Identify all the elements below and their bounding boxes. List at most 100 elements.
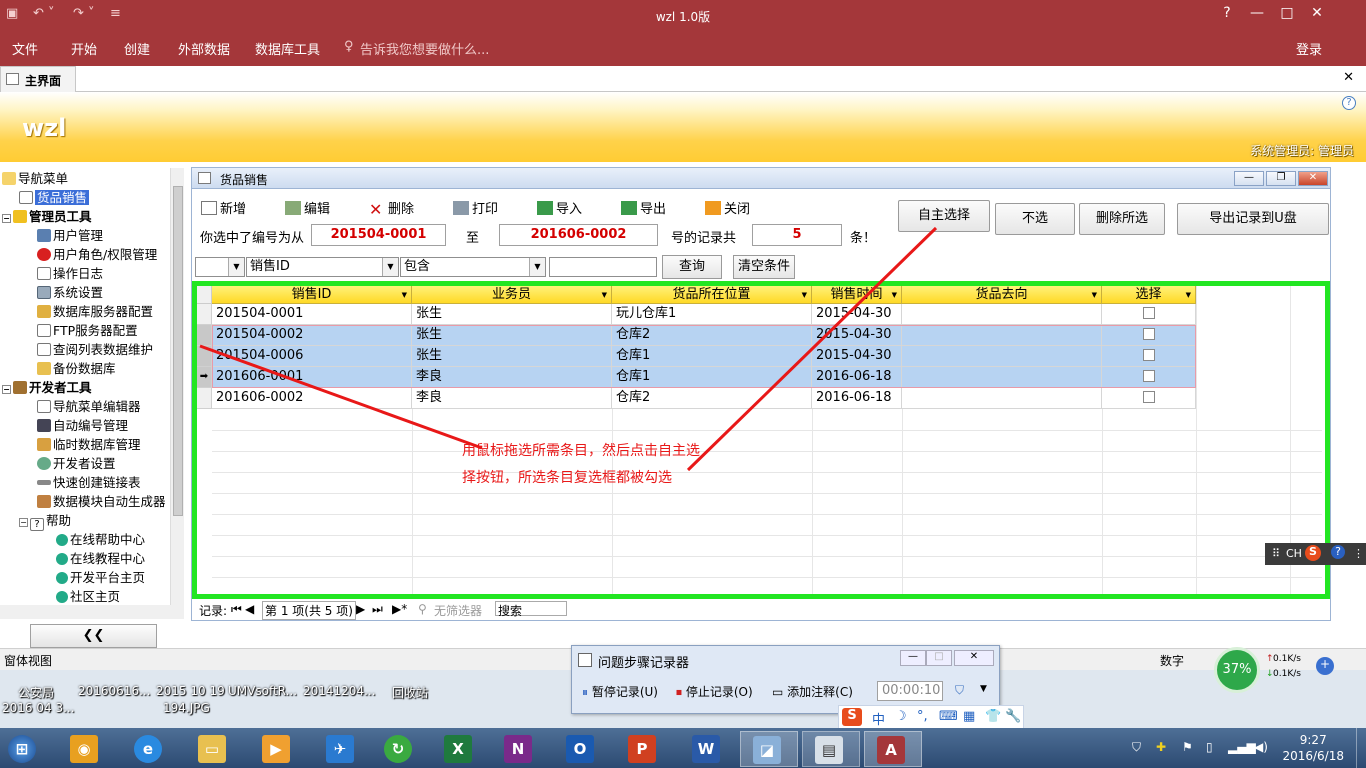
punctuation-icon[interactable]: °, bbox=[917, 709, 928, 724]
start-button[interactable]: ⊞ bbox=[0, 731, 52, 767]
row-checkbox[interactable] bbox=[1143, 307, 1155, 319]
nav-item-lookup[interactable]: 查阅列表数据维护 bbox=[37, 340, 153, 359]
query-button[interactable]: 查询 bbox=[662, 255, 722, 279]
cell-sale-id[interactable]: 201504-0002 bbox=[212, 325, 412, 346]
security-icon[interactable]: ⛉ bbox=[1132, 740, 1141, 755]
col-header-destination[interactable]: 货品去向 ▼ bbox=[902, 286, 1102, 304]
next-record-icon[interactable]: ▶ bbox=[356, 602, 365, 616]
menu-database-tools[interactable]: 数据库工具 bbox=[255, 39, 320, 58]
col-header-date[interactable]: 销售时间 ▼ bbox=[812, 286, 902, 304]
row-checkbox[interactable] bbox=[1143, 370, 1155, 382]
filter-value-input[interactable] bbox=[549, 257, 657, 277]
nav-item-platform[interactable]: 开发平台主页 bbox=[56, 568, 145, 587]
sort-arrow-icon[interactable]: ▼ bbox=[802, 286, 807, 304]
edit-button[interactable]: 编辑 bbox=[285, 198, 330, 217]
stop-record-button[interactable]: ⏹ 停止记录(O) bbox=[676, 683, 753, 700]
desktop-icon[interactable]: 20141204... bbox=[303, 684, 376, 698]
cell-sale-id[interactable]: 201606-0002 bbox=[212, 388, 412, 409]
select-all-corner[interactable] bbox=[197, 286, 212, 304]
cell-date[interactable]: 2015-04-30 bbox=[812, 325, 902, 346]
cell-date[interactable]: 2016-06-18 bbox=[812, 367, 902, 388]
nav-item-tempdb[interactable]: 临时数据库管理 bbox=[37, 435, 141, 454]
collapse-icon[interactable]: − bbox=[2, 214, 11, 223]
last-record-icon[interactable]: ⏭ bbox=[372, 602, 383, 617]
cell-destination[interactable] bbox=[902, 346, 1102, 367]
taskbar-app[interactable]: ◉ bbox=[58, 731, 110, 767]
options-icon[interactable]: ⋮ bbox=[1353, 547, 1364, 560]
cell-select[interactable] bbox=[1102, 325, 1196, 346]
cell-date[interactable]: 2015-04-30 bbox=[812, 304, 902, 325]
desktop-icon[interactable]: UMVsoftR... bbox=[228, 684, 297, 698]
nav-item-generator[interactable]: 数据模块自动生成器 bbox=[37, 492, 166, 511]
taskbar-word[interactable]: W bbox=[680, 731, 732, 767]
delete-selected-button[interactable]: 删除所选 bbox=[1079, 203, 1165, 235]
pause-record-button[interactable]: ⏸ 暂停记录(U) bbox=[582, 683, 658, 700]
cell-location[interactable]: 仓库2 bbox=[612, 388, 812, 409]
cell-destination[interactable] bbox=[902, 367, 1102, 388]
export-usb-button[interactable]: 导出记录到U盘 bbox=[1177, 203, 1329, 235]
nav-item-ftp[interactable]: FTP服务器配置 bbox=[37, 321, 138, 340]
recorder-close-button[interactable]: ✕ bbox=[954, 650, 994, 666]
filter-icon[interactable]: ⚲ bbox=[418, 602, 427, 616]
cell-destination[interactable] bbox=[902, 304, 1102, 325]
row-selector[interactable] bbox=[197, 388, 212, 409]
close-tab-icon[interactable]: ✕ bbox=[1343, 70, 1354, 85]
cell-agent[interactable]: 李良 bbox=[412, 367, 612, 388]
self-select-button[interactable]: 自主选择 bbox=[898, 200, 990, 232]
taskbar-outlook[interactable]: O bbox=[554, 731, 606, 767]
collapse-icon[interactable]: − bbox=[2, 385, 11, 394]
current-row-arrow-icon[interactable]: ➡ bbox=[197, 367, 212, 388]
collapse-icon[interactable]: − bbox=[19, 518, 28, 527]
nav-item-autonumber[interactable]: 自动编号管理 bbox=[37, 416, 128, 435]
row-checkbox[interactable] bbox=[1143, 349, 1155, 361]
menu-create[interactable]: 创建 bbox=[124, 39, 150, 58]
add-comment-button[interactable]: ▭ 添加注释(C) bbox=[772, 683, 853, 700]
cell-select[interactable] bbox=[1102, 388, 1196, 409]
cell-select[interactable] bbox=[1102, 346, 1196, 367]
sort-arrow-icon[interactable]: ▼ bbox=[602, 286, 607, 304]
taskbar-onenote[interactable]: N bbox=[492, 731, 544, 767]
export-button[interactable]: 导出 bbox=[621, 198, 666, 217]
nav-item-settings[interactable]: 系统设置 bbox=[37, 283, 103, 302]
cell-sale-id[interactable]: 201606-0001 bbox=[212, 367, 412, 388]
row-checkbox[interactable] bbox=[1143, 328, 1155, 340]
row-checkbox[interactable] bbox=[1143, 391, 1155, 403]
wrench-icon[interactable]: 🔧 bbox=[1005, 709, 1021, 724]
cell-location[interactable]: 玩儿仓库1 bbox=[612, 304, 812, 325]
taskbar-bird-app[interactable]: ✈ bbox=[314, 731, 366, 767]
form-restore-button[interactable]: ❐ bbox=[1266, 171, 1296, 186]
recorder-maximize-button[interactable]: □ bbox=[926, 650, 952, 666]
close-form-button[interactable]: 关闭 bbox=[705, 198, 750, 217]
chevron-down-icon[interactable]: ▼ bbox=[228, 258, 244, 276]
ime-toolbar[interactable]: ⠿ CH S ? ⋮ bbox=[1265, 543, 1366, 565]
show-desktop-button[interactable] bbox=[1356, 728, 1366, 768]
moon-icon[interactable]: ☽ bbox=[895, 709, 907, 724]
filter-logic-select[interactable]: ▼ bbox=[195, 257, 245, 277]
nav-group-developer[interactable]: − 开发者工具 bbox=[2, 378, 92, 397]
sort-arrow-icon[interactable]: ▼ bbox=[892, 286, 897, 304]
chevron-down-icon[interactable]: ▼ bbox=[529, 258, 545, 276]
ime-status-bar[interactable]: S 中 ☽ °, ⌨ ▦ 👕 🔧 bbox=[838, 705, 1024, 729]
volume-icon[interactable]: ◀) bbox=[1254, 740, 1268, 754]
menu-home[interactable]: 开始 bbox=[71, 39, 97, 58]
cell-sale-id[interactable]: 201504-0006 bbox=[212, 346, 412, 367]
taskbar-ie[interactable]: e bbox=[122, 731, 174, 767]
taskbar-explorer[interactable]: ▭ bbox=[186, 731, 238, 767]
nav-item-tutorial[interactable]: 在线教程中心 bbox=[56, 549, 145, 568]
nav-group-help[interactable]: −? 帮助 bbox=[19, 511, 71, 531]
chevron-down-icon[interactable]: ▼ bbox=[980, 684, 987, 694]
help-icon[interactable]: ? bbox=[1331, 545, 1345, 559]
help-button[interactable]: ? bbox=[1212, 5, 1242, 21]
taskbar-refresh-app[interactable]: ↻ bbox=[372, 731, 424, 767]
menu-file[interactable]: 文件 bbox=[12, 39, 38, 58]
cell-agent[interactable]: 张生 bbox=[412, 304, 612, 325]
deselect-button[interactable]: 不选 bbox=[995, 203, 1075, 235]
desktop-icon[interactable]: 2015 10 19 bbox=[156, 684, 225, 698]
nav-item-menu-editor[interactable]: 导航菜单编辑器 bbox=[37, 397, 141, 416]
nav-item-dev-settings[interactable]: 开发者设置 bbox=[37, 454, 116, 473]
taskbar-powerpoint[interactable]: P bbox=[616, 731, 668, 767]
cell-select[interactable] bbox=[1102, 367, 1196, 388]
nav-item-db-server[interactable]: 数据库服务器配置 bbox=[37, 302, 153, 321]
help-icon[interactable]: ? bbox=[1342, 96, 1356, 110]
sort-arrow-icon[interactable]: ▼ bbox=[402, 286, 407, 304]
